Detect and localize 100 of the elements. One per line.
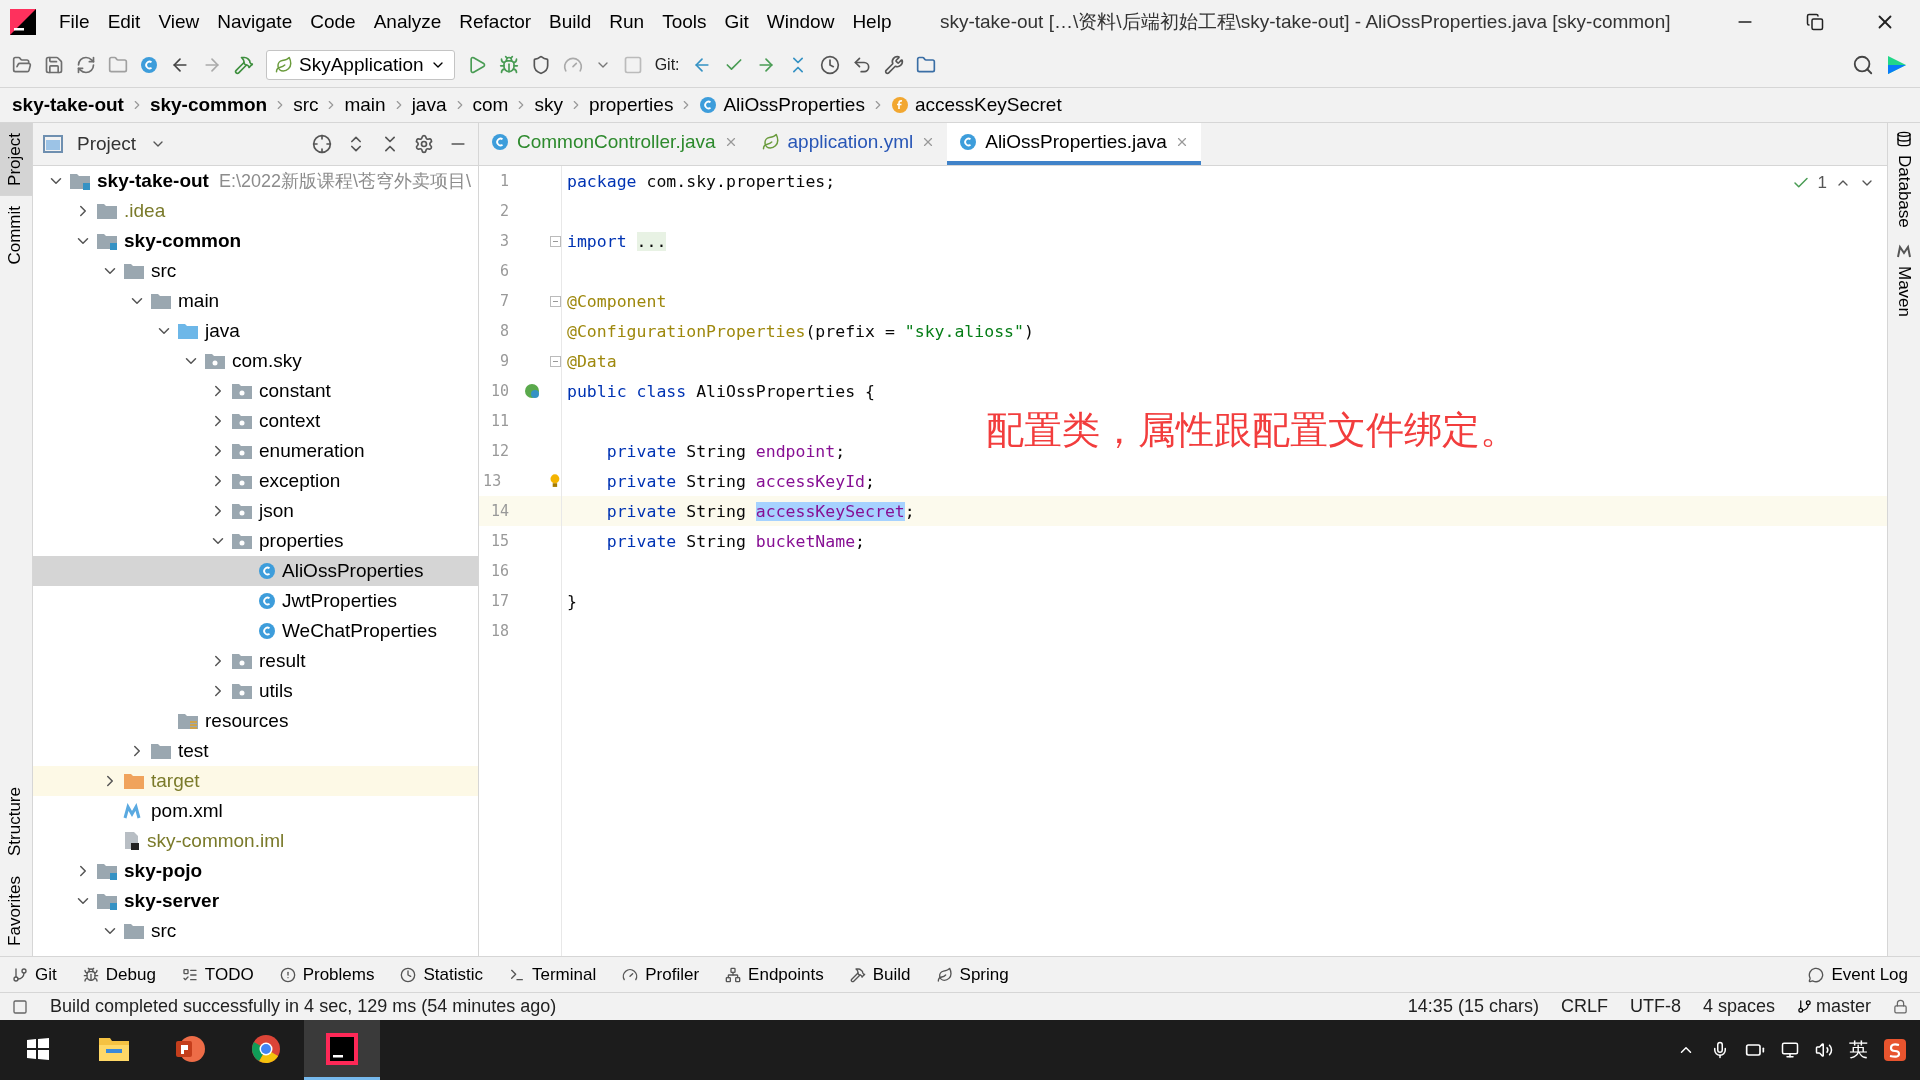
tree-item[interactable]: java: [33, 316, 478, 346]
caret-position[interactable]: 14:35 (15 chars): [1407, 996, 1539, 1017]
tool-window-button[interactable]: TODO: [181, 964, 254, 985]
git-branch[interactable]: master: [1816, 996, 1871, 1017]
tool-window-tab[interactable]: Favorites: [0, 866, 32, 956]
open-folder-icon[interactable]: [12, 55, 32, 75]
breadcrumb[interactable]: src: [293, 94, 319, 116]
save-icon[interactable]: [44, 55, 64, 75]
tool-window-tab[interactable]: Maven: [1889, 261, 1919, 329]
tree-item[interactable]: .idea: [33, 196, 478, 226]
ide-icon[interactable]: [326, 1032, 358, 1065]
tool-window-button[interactable]: Problems: [279, 964, 375, 985]
tool-window-tab[interactable]: Database: [1889, 151, 1919, 240]
menu-item[interactable]: Window: [757, 10, 844, 33]
breadcrumb[interactable]: accessKeySecret: [914, 94, 1062, 116]
tool-window-button[interactable]: Statistic: [400, 964, 483, 985]
tree-item[interactable]: JwtProperties: [33, 586, 478, 616]
panel-toggle-icon[interactable]: [12, 998, 28, 1015]
menu-item[interactable]: Tools: [653, 10, 716, 33]
rollback-icon[interactable]: [851, 55, 872, 75]
tool-window-button[interactable]: Profiler: [622, 964, 700, 985]
tree-item[interactable]: resources: [33, 706, 478, 736]
microphone-icon[interactable]: [1711, 1041, 1729, 1059]
tree-item[interactable]: sky-pojo: [33, 856, 478, 886]
maven-icon[interactable]: [1896, 243, 1912, 258]
settings-icon[interactable]: [414, 134, 434, 154]
hammer-icon[interactable]: [234, 55, 254, 75]
breadcrumb[interactable]: sky: [534, 94, 563, 116]
editor-tab[interactable]: application.yml: [749, 123, 948, 165]
editor-tab[interactable]: AliOssProperties.java: [947, 123, 1201, 165]
tree-item[interactable]: result: [33, 646, 478, 676]
tree-item[interactable]: target: [33, 766, 478, 796]
tree-item[interactable]: WeChatProperties: [33, 616, 478, 646]
breadcrumb[interactable]: com: [472, 94, 509, 116]
problem-count[interactable]: 1: [1817, 173, 1827, 193]
refresh-icon[interactable]: [76, 55, 96, 75]
tool-window-tab[interactable]: Project: [0, 123, 32, 196]
tree-item[interactable]: sky-take-out E:\2022新版课程\苍穹外卖项目\: [33, 166, 478, 196]
fold-icon[interactable]: [550, 295, 561, 307]
menu-item[interactable]: Code: [301, 10, 365, 33]
editor-tab[interactable]: CommonController.java: [479, 123, 750, 165]
lock-icon[interactable]: [1893, 999, 1908, 1014]
run-configuration-dropdown[interactable]: SkyApplication: [266, 50, 455, 80]
browser-icon[interactable]: [250, 1032, 282, 1065]
tree-item[interactable]: sky-server: [33, 886, 478, 916]
tree-item[interactable]: context: [33, 406, 478, 436]
breadcrumb[interactable]: sky-take-out: [12, 94, 124, 116]
tree-item[interactable]: pom.xml: [33, 796, 478, 826]
tree-item[interactable]: test: [33, 736, 478, 766]
panel-title[interactable]: Project: [77, 133, 137, 155]
start-icon[interactable]: [26, 1036, 50, 1061]
menu-item[interactable]: Run: [600, 10, 654, 33]
app-badge-icon[interactable]: [1886, 54, 1908, 76]
breadcrumb[interactable]: main: [344, 94, 386, 116]
menu-item[interactable]: Edit: [98, 10, 150, 33]
input-method-indicator[interactable]: 英: [1849, 1037, 1868, 1063]
menu-item[interactable]: Analyze: [364, 10, 451, 33]
bean-icon[interactable]: [523, 382, 541, 400]
speaker-icon[interactable]: [1815, 1041, 1833, 1059]
line-separator[interactable]: CRLF: [1560, 996, 1608, 1017]
indent-setting[interactable]: 4 spaces: [1702, 996, 1775, 1017]
locate-icon[interactable]: [312, 134, 332, 154]
project-structure-icon[interactable]: [915, 55, 936, 75]
fold-icon[interactable]: [550, 235, 561, 247]
tool-window-button[interactable]: Endpoints: [725, 964, 824, 985]
breadcrumb[interactable]: java: [411, 94, 447, 116]
menu-item[interactable]: Refactor: [450, 10, 541, 33]
tree-item[interactable]: AliOssProperties: [33, 556, 478, 586]
tool-window-button[interactable]: Terminal: [509, 964, 597, 985]
tool-window-button[interactable]: Build: [849, 964, 911, 985]
tool-window-button[interactable]: Git: [12, 964, 57, 985]
tree-item[interactable]: json: [33, 496, 478, 526]
tool-window-tab[interactable]: Commit: [0, 195, 32, 275]
event-log-button[interactable]: Event Log: [1808, 964, 1908, 985]
restore-icon[interactable]: [1806, 12, 1824, 31]
tool-window-button[interactable]: Spring: [936, 964, 1009, 985]
menu-item[interactable]: Navigate: [208, 10, 302, 33]
menu-item[interactable]: Build: [540, 10, 601, 33]
search-icon[interactable]: [1852, 54, 1874, 76]
debug-icon[interactable]: [498, 55, 519, 75]
tray-app-icon[interactable]: [1884, 1039, 1906, 1061]
wrench-icon[interactable]: [883, 55, 904, 75]
tool-window-button[interactable]: Debug: [82, 964, 156, 985]
menu-item[interactable]: File: [50, 10, 99, 33]
tree-item[interactable]: src: [33, 916, 478, 946]
database-icon[interactable]: [1896, 131, 1912, 147]
menu-item[interactable]: View: [149, 10, 209, 33]
menu-item[interactable]: Git: [715, 10, 758, 33]
tree-item[interactable]: com.sky: [33, 346, 478, 376]
breadcrumb[interactable]: AliOssProperties: [723, 94, 865, 116]
file-encoding[interactable]: UTF-8: [1629, 996, 1681, 1017]
menu-item[interactable]: Help: [843, 10, 901, 33]
tree-item[interactable]: sky-common.iml: [33, 826, 478, 856]
breadcrumb[interactable]: properties: [588, 94, 674, 116]
tree-item[interactable]: constant: [33, 376, 478, 406]
breadcrumb[interactable]: sky-common: [149, 94, 268, 116]
tree-item[interactable]: src: [33, 256, 478, 286]
fold-icon[interactable]: [550, 355, 561, 367]
tree-item[interactable]: enumeration: [33, 436, 478, 466]
tree-item[interactable]: main: [33, 286, 478, 316]
